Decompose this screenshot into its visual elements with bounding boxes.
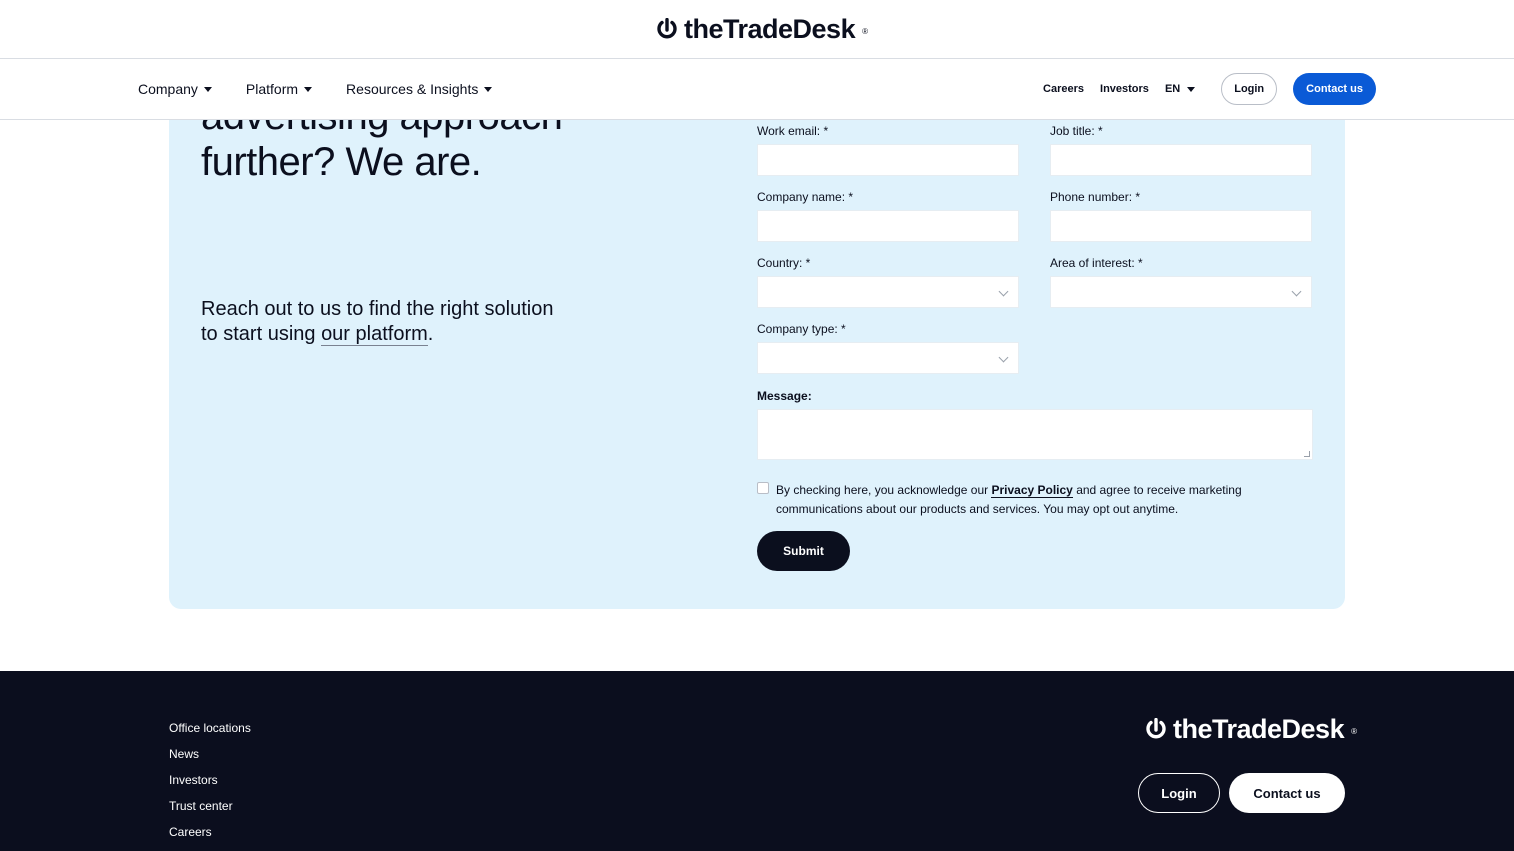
phone-number-label: Phone number: * — [1050, 190, 1141, 204]
nav-menu: Company Platform Resources & Insights — [138, 59, 493, 119]
brand-name: theTradeDesk — [684, 14, 856, 44]
nav-platform[interactable]: Platform — [245, 81, 313, 97]
nav-resources[interactable]: Resources & Insights — [346, 81, 493, 97]
chevron-down-icon — [998, 352, 1009, 363]
submit-button[interactable]: Submit — [757, 531, 850, 571]
consent-checkbox[interactable] — [757, 482, 769, 494]
caret-down-icon — [1187, 86, 1196, 92]
chevron-down-icon — [998, 286, 1009, 297]
caret-down-icon — [203, 86, 212, 92]
nav-investors-link[interactable]: Investors — [1100, 83, 1149, 95]
nav-platform-label: Platform — [245, 81, 299, 97]
nav-contact-button[interactable]: Contact us — [1293, 73, 1376, 105]
brand-logo[interactable]: theTradeDesk ® — [656, 14, 868, 45]
job-title-field[interactable] — [1050, 144, 1312, 176]
company-name-field[interactable] — [757, 210, 1019, 242]
our-platform-link[interactable]: our platform — [321, 323, 428, 346]
main-nav: Company Platform Resources & Insights Ca… — [0, 59, 1514, 120]
consent-text: By checking here, you acknowledge our Pr… — [776, 481, 1276, 519]
message-label: Message: — [757, 389, 812, 403]
caret-down-icon — [304, 86, 313, 92]
resize-grip-icon[interactable] — [1304, 451, 1310, 457]
nav-careers-link[interactable]: Careers — [1043, 83, 1084, 95]
footer-link-trust-center[interactable]: Trust center — [169, 797, 251, 815]
footer-brand-name: theTradeDesk — [1173, 714, 1345, 744]
company-type-select[interactable] — [757, 342, 1019, 374]
hero-subtext: Reach out to us to find the right soluti… — [201, 297, 561, 347]
contact-form-card: advertising approach further? We are. Re… — [169, 80, 1345, 609]
message-textarea[interactable] — [757, 409, 1313, 460]
work-email-label: Work email: * — [757, 124, 829, 138]
footer-contact-button[interactable]: Contact us — [1229, 773, 1345, 813]
nav-login-button[interactable]: Login — [1221, 73, 1278, 105]
chevron-down-icon — [1291, 286, 1302, 297]
nav-resources-label: Resources & Insights — [346, 81, 479, 97]
work-email-field[interactable] — [757, 144, 1019, 176]
trade-desk-logo-icon — [657, 17, 677, 38]
language-label: EN — [1164, 83, 1181, 95]
nav-utility: Careers Investors EN Login Contact us — [1043, 59, 1376, 119]
footer-link-investors[interactable]: Investors — [169, 771, 251, 789]
footer-brand-logo[interactable]: theTradeDesk ® — [1145, 714, 1357, 745]
area-of-interest-select[interactable] — [1050, 276, 1312, 308]
footer-links: Office locations News Investors Trust ce… — [169, 719, 251, 841]
language-selector[interactable]: EN — [1164, 83, 1196, 95]
consent-pre: By checking here, you acknowledge our — [776, 483, 992, 497]
site-footer: Office locations News Investors Trust ce… — [0, 671, 1514, 851]
footer-link-office-locations[interactable]: Office locations — [169, 719, 251, 737]
top-brand-bar: theTradeDesk ® — [0, 0, 1514, 59]
nav-company[interactable]: Company — [138, 81, 212, 97]
footer-login-button[interactable]: Login — [1138, 773, 1220, 813]
hero-subtext-end: . — [427, 323, 434, 345]
company-type-label: Company type: * — [757, 322, 846, 336]
privacy-policy-link[interactable]: Privacy Policy — [991, 483, 1073, 498]
area-of-interest-label: Area of interest: * — [1050, 256, 1143, 270]
job-title-label: Job title: * — [1050, 124, 1103, 138]
caret-down-icon — [484, 86, 493, 92]
nav-company-label: Company — [138, 81, 198, 97]
footer-brand-trademark: ® — [1351, 727, 1357, 736]
footer-link-news[interactable]: News — [169, 745, 251, 763]
country-label: Country: * — [757, 256, 811, 270]
phone-number-field[interactable] — [1050, 210, 1312, 242]
footer-link-careers[interactable]: Careers — [169, 823, 251, 841]
country-select[interactable] — [757, 276, 1019, 308]
brand-trademark: ® — [862, 27, 868, 36]
trade-desk-logo-icon — [1146, 717, 1166, 738]
company-name-label: Company name: * — [757, 190, 854, 204]
